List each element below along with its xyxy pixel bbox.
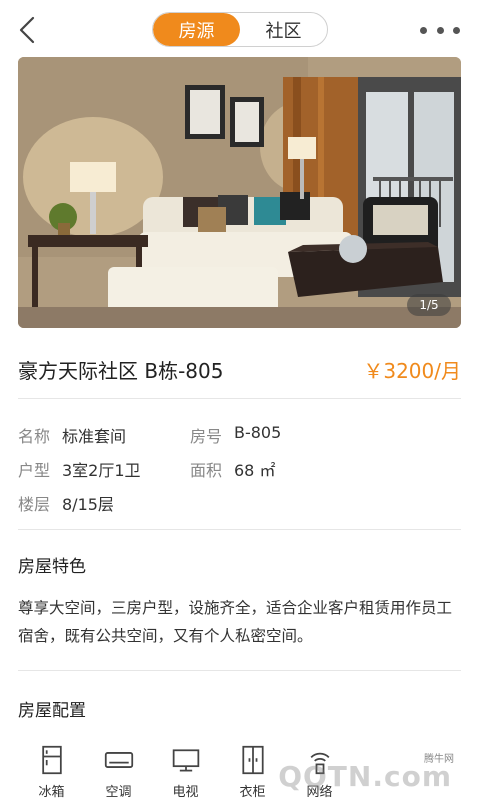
facility-label: 衣柜 — [239, 785, 266, 800]
back-button[interactable] — [12, 14, 42, 46]
divider — [18, 398, 461, 399]
detail-grid: 名称 标准套间 房号 B-805 户型 3室2厅1卫 面积 68 ㎡ 楼层 8/… — [18, 418, 461, 520]
detail-room-number: 房号 B-805 — [190, 423, 362, 447]
divider — [18, 670, 461, 671]
detail-label: 房号 — [190, 427, 223, 446]
config-title: 房屋配置 — [18, 701, 86, 721]
features-title: 房屋特色 — [18, 557, 86, 577]
detail-label: 名称 — [18, 427, 51, 446]
detail-row: 名称 标准套间 房号 B-805 — [18, 418, 461, 452]
facility-item: 空调 — [85, 745, 152, 800]
divider — [18, 529, 461, 530]
facility-label: 冰箱 — [38, 785, 65, 800]
air-conditioner-icon — [104, 752, 133, 768]
watermark: 腾牛网 QQTN.com — [278, 744, 470, 796]
detail-value: 标准套间 — [62, 427, 127, 446]
tab-listing[interactable]: 房源 — [153, 13, 240, 46]
chevron-left-icon — [19, 16, 35, 44]
detail-row: 户型 3室2厅1卫 面积 68 ㎡ — [18, 452, 461, 486]
tab-community[interactable]: 社区 — [240, 13, 327, 46]
facility-item: 冰箱 — [18, 745, 85, 800]
wardrobe-icon — [241, 745, 264, 775]
detail-floor: 楼层 8/15层 — [18, 491, 190, 515]
listing-price: ￥3200/月 — [363, 358, 461, 383]
detail-label: 面积 — [190, 461, 223, 480]
detail-label: 楼层 — [18, 495, 51, 514]
living-room-image — [18, 57, 461, 328]
photo-counter: 1/5 — [407, 294, 451, 316]
fridge-icon — [41, 745, 62, 775]
top-bar: 房源 社区 — [0, 0, 480, 58]
detail-value: 3室2厅1卫 — [62, 461, 141, 480]
tab-switcher: 房源 社区 — [152, 12, 328, 47]
facility-label: 空调 — [105, 785, 132, 800]
more-dot — [453, 26, 460, 34]
detail-value: 8/15层 — [62, 495, 114, 514]
detail-value: 68 ㎡ — [234, 461, 276, 480]
detail-label: 户型 — [18, 461, 51, 480]
facility-item: 衣柜 — [219, 745, 286, 800]
detail-area: 面积 68 ㎡ — [190, 457, 362, 481]
detail-layout: 户型 3室2厅1卫 — [18, 457, 190, 481]
more-horizontal-icon — [420, 26, 427, 34]
detail-name: 名称 标准套间 — [18, 423, 190, 447]
listing-title: 豪方天际社区 B栋-805 — [18, 358, 224, 383]
features-text: 尊享大空间，三房户型，设施齐全，适合企业客户租赁用作员工宿舍，既有公共空间，又有… — [18, 599, 453, 645]
detail-value: B-805 — [234, 423, 282, 442]
watermark-logo-text: QQTN.com — [278, 760, 452, 793]
facility-label: 电视 — [172, 785, 199, 800]
detail-row: 楼层 8/15层 — [18, 486, 461, 520]
listing-header: 豪方天际社区 B栋-805 ￥3200/月 — [18, 352, 461, 386]
facility-item: 电视 — [152, 745, 219, 800]
more-button[interactable] — [420, 20, 460, 40]
more-dot — [436, 26, 444, 34]
tv-icon — [172, 749, 199, 772]
listing-photo[interactable]: 1/5 — [18, 57, 461, 328]
